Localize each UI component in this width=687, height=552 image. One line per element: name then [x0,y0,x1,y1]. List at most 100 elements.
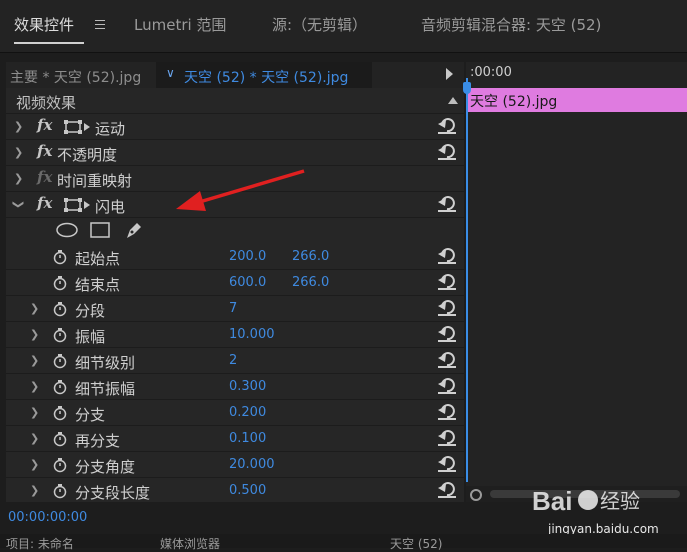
chevron-right-icon[interactable]: ❯ [30,302,39,315]
chevron-right-icon[interactable]: ❯ [14,146,23,159]
fx-icon: fx [37,168,53,186]
reset-icon[interactable] [438,274,456,290]
reset-icon[interactable] [438,248,456,264]
fx-icon[interactable]: fx [37,116,52,134]
reset-icon[interactable] [438,196,456,212]
parameter-name: 分支角度 [75,458,136,476]
transform-icon [64,198,90,212]
parameter-value[interactable]: 10.000 [229,327,275,342]
parameter-row[interactable]: ❯ 分支 0.200 [6,400,464,426]
effect-timeline[interactable]: :00:00 天空 (52).jpg [463,62,687,502]
stopwatch-icon[interactable] [52,301,68,317]
parameter-value[interactable]: 0.100 [229,431,266,446]
master-clip-label[interactable]: 主要 * 天空 (52).jpg [10,67,141,87]
video-effects-header: 视频效果 [6,88,464,114]
stopwatch-icon[interactable] [52,457,68,473]
timeline-time-label: :00:00 [470,65,512,80]
parameter-row[interactable]: 起始点 200.0 266.0 [6,244,464,270]
reset-icon[interactable] [438,404,456,420]
ellipse-mask-icon[interactable] [56,222,78,238]
collapse-up-icon[interactable] [448,97,458,104]
parameter-value[interactable]: 0.500 [229,483,266,498]
tab-media-browser[interactable]: 媒体浏览器 [160,535,220,552]
stopwatch-icon[interactable] [52,275,68,291]
chevron-right-icon[interactable]: ❯ [30,458,39,471]
tab-source[interactable]: 源:（无剪辑） [272,14,367,35]
reset-icon[interactable] [438,326,456,342]
parameter-value[interactable]: 0.300 [229,379,266,394]
effect-name: 时间重映射 [57,172,133,190]
current-timecode[interactable]: 00:00:00:00 [8,510,87,525]
parameter-value[interactable]: 200.0 [229,249,266,264]
stopwatch-icon[interactable] [52,249,68,265]
stopwatch-icon[interactable] [52,483,68,499]
fx-icon[interactable]: fx [37,142,52,160]
fx-icon[interactable]: fx [37,194,52,212]
panel-menu-icon[interactable] [95,20,105,29]
rectangle-mask-icon[interactable] [90,222,110,238]
reset-icon[interactable] [438,352,456,368]
chevron-right-icon[interactable]: ❯ [30,432,39,445]
chevron-right-icon[interactable]: ❯ [30,328,39,341]
zoom-handle[interactable] [470,489,482,501]
parameter-row[interactable]: ❯ 振幅 10.000 [6,322,464,348]
clip-selector-bar: 主要 * 天空 (52).jpg ∨ 天空 (52) * 天空 (52).jpg [6,62,464,88]
effect-name: 不透明度 [57,146,118,164]
transform-icon [64,120,90,134]
reset-icon[interactable] [438,482,456,498]
playhead-handle[interactable] [463,82,471,94]
parameter-value-y[interactable]: 266.0 [292,275,329,290]
stopwatch-icon[interactable] [52,431,68,447]
parameter-row[interactable]: ❯ 细节振幅 0.300 [6,374,464,400]
pen-mask-icon[interactable] [124,220,144,240]
effect-row-opacity[interactable]: ❯ fx 不透明度 [6,140,464,166]
tab-sequence[interactable]: 天空 (52) [390,535,442,552]
reset-icon[interactable] [438,144,456,160]
parameter-row[interactable]: ❯ 分段 7 [6,296,464,322]
timeline-clip[interactable]: 天空 (52).jpg [466,88,687,112]
chevron-right-icon[interactable]: ❯ [30,380,39,393]
chevron-down-icon[interactable]: ❯ [12,200,25,209]
parameter-value[interactable]: 0.200 [229,405,266,420]
play-icon[interactable] [446,68,453,80]
chevron-right-icon[interactable]: ❯ [30,406,39,419]
effect-name: 闪电 [95,198,126,216]
svg-text:经验: 经验 [600,490,640,513]
parameter-value[interactable]: 7 [229,301,237,316]
tab-lumetri-scopes[interactable]: Lumetri 范围 [134,14,226,35]
stopwatch-icon[interactable] [52,353,68,369]
baidu-watermark-logo: Bai 经验 [532,486,640,516]
parameter-row[interactable]: ❯ 分支角度 20.000 [6,452,464,478]
tab-effect-controls[interactable]: 效果控件 [14,14,74,35]
chevron-right-icon[interactable]: ❯ [14,120,23,133]
parameter-row[interactable]: 结束点 600.0 266.0 [6,270,464,296]
tab-project[interactable]: 项目: 未命名 [6,535,74,552]
active-tab-indicator [14,42,84,44]
parameter-row[interactable]: ❯ 细节级别 2 [6,348,464,374]
sequence-clip-dropdown[interactable]: ∨ 天空 (52) * 天空 (52).jpg [156,62,372,88]
parameter-value[interactable]: 2 [229,353,237,368]
effect-row-motion[interactable]: ❯ fx 运动 [6,114,464,140]
parameter-value[interactable]: 20.000 [229,457,275,472]
parameter-value[interactable]: 600.0 [229,275,266,290]
parameter-row[interactable]: ❯ 分支段长度 0.500 [6,478,464,502]
effect-list: 视频效果 ❯ fx 运动 ❯ fx 不透明度 ❯ fx 时间重映射 ❯ fx 闪… [6,88,464,502]
chevron-right-icon[interactable]: ❯ [30,354,39,367]
reset-icon[interactable] [438,430,456,446]
parameter-name: 再分支 [75,432,121,450]
reset-icon[interactable] [438,456,456,472]
chevron-right-icon[interactable]: ❯ [14,172,23,185]
parameter-name: 结束点 [75,276,121,294]
chevron-right-icon[interactable]: ❯ [30,484,39,497]
tab-audio-clip-mixer[interactable]: 音频剪辑混合器: 天空 (52) [421,14,601,35]
parameter-row[interactable]: ❯ 再分支 0.100 [6,426,464,452]
stopwatch-icon[interactable] [52,405,68,421]
annotation-arrow [176,169,305,211]
reset-icon[interactable] [438,300,456,316]
stopwatch-icon[interactable] [52,327,68,343]
reset-icon[interactable] [438,118,456,134]
stopwatch-icon[interactable] [52,379,68,395]
playhead[interactable] [463,78,471,482]
reset-icon[interactable] [438,378,456,394]
parameter-value-y[interactable]: 266.0 [292,249,329,264]
